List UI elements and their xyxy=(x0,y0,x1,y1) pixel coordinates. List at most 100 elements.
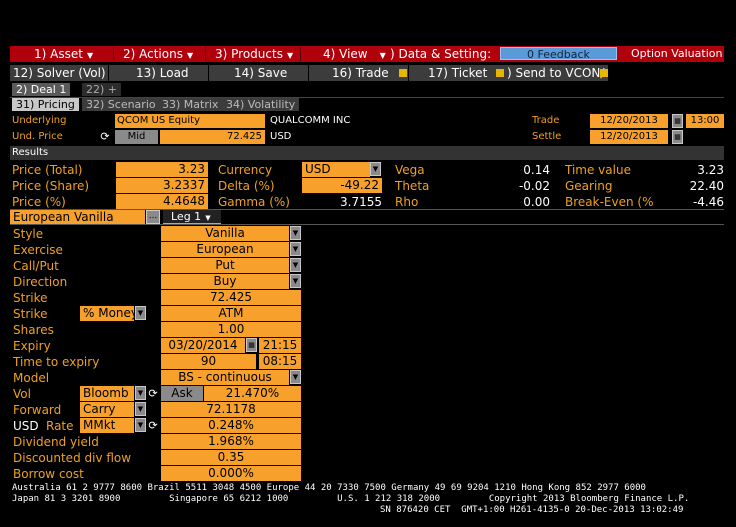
send-vcon-button[interactable]: ) Send to VCON/ xyxy=(507,65,604,81)
gamma-label: Gamma (%) xyxy=(218,195,290,209)
und-price-label: Und. Price xyxy=(12,131,63,142)
dropdown-arrow-icon[interactable] xyxy=(496,69,504,77)
leg-select-label: Leg 1 xyxy=(171,210,202,223)
rate-label: Rate xyxy=(46,419,74,433)
time-to-expiry-days[interactable]: 90 xyxy=(161,354,256,369)
divider xyxy=(408,65,409,81)
rate-source-select[interactable]: MMkt xyxy=(80,418,134,433)
chevron-down-icon[interactable]: ▼ xyxy=(290,258,301,272)
expiry-date-input[interactable]: 03/20/2014 xyxy=(161,338,245,353)
style-select[interactable]: Vanilla xyxy=(161,226,289,241)
tab-volatility[interactable]: 34) Volatility xyxy=(222,98,300,111)
shares-input[interactable]: 1.00 xyxy=(161,322,301,337)
forward-input[interactable]: 72.1178 xyxy=(161,402,301,417)
forward-mode-select[interactable]: Carry xyxy=(80,402,134,417)
vol-input[interactable]: 21.470% xyxy=(204,386,301,401)
menu-asset[interactable]: 1) Asset ▼ xyxy=(34,46,93,62)
discounted-div-flow-input[interactable]: 0.35 xyxy=(161,450,301,465)
results-title: Results xyxy=(12,147,49,158)
settle-date-input[interactable]: 12/20/2013 xyxy=(590,130,668,144)
currency-select[interactable]: USD xyxy=(302,162,370,177)
strike-input[interactable]: 72.425 xyxy=(161,290,301,305)
dividend-yield-label: Dividend yield xyxy=(13,435,99,449)
call-put-select[interactable]: Put xyxy=(161,258,289,273)
save-button[interactable]: 14) Save xyxy=(234,65,287,81)
vol-side-button[interactable]: Ask xyxy=(161,386,203,401)
trade-button[interactable]: 16) Trade xyxy=(332,65,389,81)
price-source-mid[interactable]: Mid xyxy=(115,130,158,144)
divider xyxy=(300,47,301,61)
chevron-down-icon[interactable]: ▼ xyxy=(290,226,301,240)
currency-label: Currency xyxy=(218,163,273,177)
product-select[interactable]: European Vanilla xyxy=(10,210,145,225)
dropdown-arrow-icon[interactable] xyxy=(399,69,407,77)
exercise-label: Exercise xyxy=(13,243,63,257)
expiry-label: Expiry xyxy=(13,339,51,353)
vol-label: Vol xyxy=(13,387,31,401)
divider xyxy=(113,47,114,61)
model-label: Model xyxy=(13,371,50,385)
menu-actions-label: 2) Actions xyxy=(123,47,183,61)
refresh-icon[interactable]: ⟳ xyxy=(146,386,160,401)
vol-source-select[interactable]: Bloomb xyxy=(80,386,134,401)
direction-select[interactable]: Buy xyxy=(161,274,289,289)
chevron-down-icon[interactable]: ▼ xyxy=(290,242,301,256)
footer-line-2: Japan 81 3 3201 8900 Singapore 65 6212 1… xyxy=(12,494,690,504)
tab-pricing[interactable]: 31) Pricing xyxy=(12,98,79,111)
gamma-value: 3.7155 xyxy=(340,195,382,209)
chevron-down-icon[interactable]: ▼ xyxy=(290,370,301,384)
feedback-button[interactable]: 0 Feedback xyxy=(500,47,617,61)
footer-line-3: SN 876420 CET GMT+1:00 H261-4135-0 20-De… xyxy=(380,505,684,515)
trade-date-input[interactable]: 12/20/2013 xyxy=(590,114,668,128)
calendar-icon[interactable]: ▦ xyxy=(672,130,683,144)
tab-deal-1[interactable]: 2) Deal 1 xyxy=(12,83,71,96)
price-pct-value: 4.4648 xyxy=(116,194,208,209)
menu-view[interactable]: 4) View ▼ xyxy=(323,46,386,62)
chevron-down-icon[interactable]: ▼ xyxy=(135,402,146,416)
leg-select[interactable]: Leg 1 ▼ xyxy=(163,210,221,224)
divider xyxy=(208,65,209,81)
trade-time-input[interactable]: 13:00 xyxy=(686,114,724,128)
strike-mode-label: Strike xyxy=(13,307,48,321)
menu-asset-label: 1) Asset xyxy=(34,47,83,61)
tab-scenario[interactable]: 32) Scenario xyxy=(82,98,160,111)
chevron-down-icon[interactable]: ▼ xyxy=(290,274,301,288)
calendar-icon[interactable]: ▦ xyxy=(672,114,683,128)
chevron-down-icon: ▼ xyxy=(379,51,386,60)
app-title: Option Valuation xyxy=(631,47,723,60)
solver-button[interactable]: 12) Solver (Vol) xyxy=(13,65,106,81)
model-select[interactable]: BS - continuous xyxy=(161,370,289,385)
underlying-input[interactable]: QCOM US Equity xyxy=(115,114,265,128)
rate-input[interactable]: 0.248% xyxy=(161,418,301,433)
calendar-icon[interactable]: ▦ xyxy=(246,338,257,352)
chevron-down-icon[interactable]: ▼ xyxy=(135,306,146,320)
divider xyxy=(108,65,109,81)
chevron-down-icon[interactable]: ▼ xyxy=(135,418,146,432)
strike-mode-select[interactable]: % Money xyxy=(80,306,134,321)
more-button[interactable]: ... xyxy=(146,210,160,224)
menu-products-label: 3) Products xyxy=(215,47,283,61)
direction-label: Direction xyxy=(13,275,68,289)
menu-products[interactable]: 3) Products ▼ xyxy=(215,46,293,62)
break-even-value: -4.46 xyxy=(692,195,724,209)
strike-type-input[interactable]: ATM xyxy=(161,306,301,321)
ticket-button[interactable]: 17) Ticket xyxy=(428,65,487,81)
dividend-yield-input[interactable]: 1.968% xyxy=(161,434,301,449)
menu-actions[interactable]: 2) Actions ▼ xyxy=(123,46,193,62)
strike-label: Strike xyxy=(13,291,48,305)
load-button[interactable]: 13) Load xyxy=(136,65,189,81)
exercise-select[interactable]: European xyxy=(161,242,289,257)
tab-add-deal[interactable]: 22) + xyxy=(82,83,122,96)
refresh-icon[interactable]: ⟳ xyxy=(146,418,160,433)
refresh-icon[interactable]: ⟳ xyxy=(98,130,112,143)
dropdown-arrow-icon[interactable] xyxy=(600,69,608,77)
time-to-expiry-time[interactable]: 08:15 xyxy=(259,354,301,369)
chevron-down-icon[interactable]: ▼ xyxy=(370,162,381,176)
underlying-label: Underlying xyxy=(12,115,67,126)
und-price-input[interactable]: 72.425 xyxy=(160,130,265,144)
expiry-time-input[interactable]: 21:15 xyxy=(259,338,301,353)
menu-data-settings[interactable]: ) Data & Setting: xyxy=(390,46,491,62)
borrow-cost-input[interactable]: 0.000% xyxy=(161,466,301,481)
tab-matrix[interactable]: 33) Matrix xyxy=(158,98,223,111)
chevron-down-icon[interactable]: ▼ xyxy=(135,386,146,400)
